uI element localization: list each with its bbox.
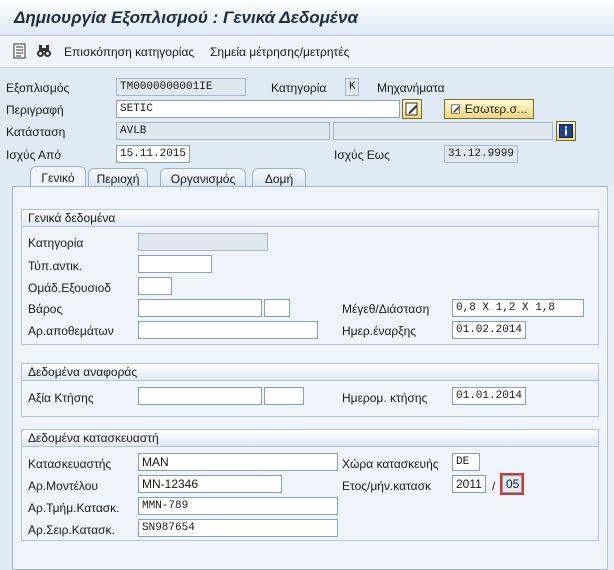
document-list-icon[interactable]	[12, 43, 28, 59]
valid-to-field[interactable]: 31.12.9999	[444, 145, 518, 163]
startup-label: Ημερ.έναρξης	[342, 324, 417, 338]
status-label: Κατάσταση	[6, 125, 66, 139]
size-label: Μέγεθ/Διάσταση	[342, 302, 430, 316]
tab-general-label: Γενικό	[41, 170, 75, 185]
manufacturer-data-title: Δεδομένα κατασκευαστή	[22, 430, 598, 447]
acq-value-field[interactable]	[138, 387, 262, 405]
equipment-label: Εξοπλισμός	[6, 81, 70, 95]
part-number-field[interactable]: MMN-789	[138, 497, 338, 515]
size-field[interactable]: 0,8 X 1,2 X 1,8	[452, 299, 584, 317]
gen-category-field[interactable]	[138, 233, 268, 251]
general-data-group: Γενικά δεδομένα Κατηγορία Τύπ.αντικ. Ομά…	[21, 209, 599, 345]
application-toolbar: Επισκόπηση κατηγορίας Σημεία μέτρησης/με…	[0, 36, 614, 68]
tab-location[interactable]: Περιοχή	[88, 168, 148, 188]
description-label: Περιγραφή	[6, 103, 64, 117]
general-data-title: Γενικά δεδομένα	[22, 210, 598, 227]
serial-number-field[interactable]: SN987654	[138, 519, 338, 537]
tab-location-label: Περιοχή	[96, 171, 140, 186]
internal-note-button[interactable]: Εσωτερ.σ...	[444, 99, 534, 119]
status-info-button[interactable]	[556, 121, 576, 141]
country-label: Χώρα κατασκευής	[342, 457, 439, 471]
auth-group-label: Ομάδ.Εξουσιοδ	[28, 281, 111, 295]
acq-value-label: Αξία Κτήσης	[28, 391, 94, 405]
tab-structure-label: Δομή	[264, 171, 294, 186]
month-field[interactable]: 05	[500, 473, 524, 495]
inventory-field[interactable]	[138, 321, 318, 339]
gen-category-label: Κατηγορία	[28, 236, 84, 250]
object-type-label: Τύπ.αντικ.	[28, 259, 83, 273]
equipment-field[interactable]: TM0000000001IE	[116, 78, 246, 96]
status-field[interactable]: AVLB	[116, 122, 330, 140]
measuring-points-link[interactable]: Σημεία μέτρησης/μετρητές	[210, 45, 349, 59]
tab-panel-general: Γενικά δεδομένα Κατηγορία Τύπ.αντικ. Ομά…	[12, 186, 612, 570]
acq-date-field[interactable]: 01.01.2014	[452, 387, 526, 405]
internal-note-button-label: Εσωτερ.σ...	[464, 102, 527, 116]
startup-field[interactable]: 01.02.2014	[452, 321, 526, 339]
part-number-label: Αρ.Τμήμ.Κατασκ.	[28, 501, 120, 515]
manufacturer-data-group: Δεδομένα κατασκευαστή Κατασκευαστής MAN …	[21, 429, 599, 541]
pencil-note-icon	[451, 104, 460, 114]
year-field[interactable]: 2011	[452, 475, 486, 493]
weight-field[interactable]	[138, 299, 262, 317]
category-label: Κατηγορία	[271, 81, 327, 95]
category-overview-link[interactable]: Επισκόπηση κατηγορίας	[64, 45, 194, 59]
status-extra-field[interactable]	[333, 122, 553, 140]
weight-unit-field[interactable]	[264, 299, 290, 317]
valid-from-field[interactable]: 15.11.2015	[116, 145, 190, 163]
weight-label: Βάρος	[28, 302, 63, 316]
tab-general[interactable]: Γενικό	[30, 166, 86, 188]
model-label: Αρ.Μοντέλου	[28, 479, 98, 493]
category-text: Μηχανήματα	[377, 81, 445, 95]
vertical-scrollbar[interactable]	[607, 186, 614, 570]
binoculars-icon[interactable]	[36, 43, 52, 59]
tab-structure[interactable]: Δομή	[252, 168, 306, 188]
info-icon	[559, 124, 573, 138]
valid-from-label: Ισχύς Από	[6, 148, 62, 162]
reference-data-group: Δεδομένα αναφοράς Αξία Κτήσης Ημερομ. κτ…	[21, 363, 599, 417]
country-field[interactable]: DE	[452, 453, 480, 471]
description-field[interactable]: SETIC	[116, 100, 400, 118]
tab-organization[interactable]: Οργανισμός	[160, 168, 246, 188]
serial-number-label: Αρ.Σειρ.Κατασκ.	[28, 523, 115, 537]
acq-currency-field[interactable]	[264, 387, 304, 405]
year-month-label: Ετος/μήν.κατασκ	[342, 479, 431, 493]
pencil-note-icon	[405, 102, 418, 116]
object-type-field[interactable]	[138, 255, 212, 273]
year-month-separator: /	[492, 479, 496, 493]
manufacturer-label: Κατασκευαστής	[28, 457, 112, 471]
valid-to-label: Ισχύς Εως	[334, 148, 390, 162]
long-text-edit-button[interactable]	[402, 99, 422, 119]
tab-organization-label: Οργανισμός	[170, 171, 236, 186]
inventory-label: Αρ.αποθεμάτων	[28, 324, 114, 338]
reference-data-title: Δεδομένα αναφοράς	[22, 364, 598, 381]
model-field[interactable]: MN-12346	[138, 475, 282, 493]
acq-date-label: Ημερομ. κτήσης	[342, 391, 428, 405]
category-code-field[interactable]: K	[345, 78, 359, 96]
title-bar: Δημιουργία Εξοπλισμού : Γενικά Δεδομένα	[0, 0, 614, 36]
window-title: Δημιουργία Εξοπλισμού : Γενικά Δεδομένα	[14, 8, 359, 27]
manufacturer-field[interactable]: MAN	[138, 453, 338, 471]
auth-group-field[interactable]	[138, 277, 172, 295]
